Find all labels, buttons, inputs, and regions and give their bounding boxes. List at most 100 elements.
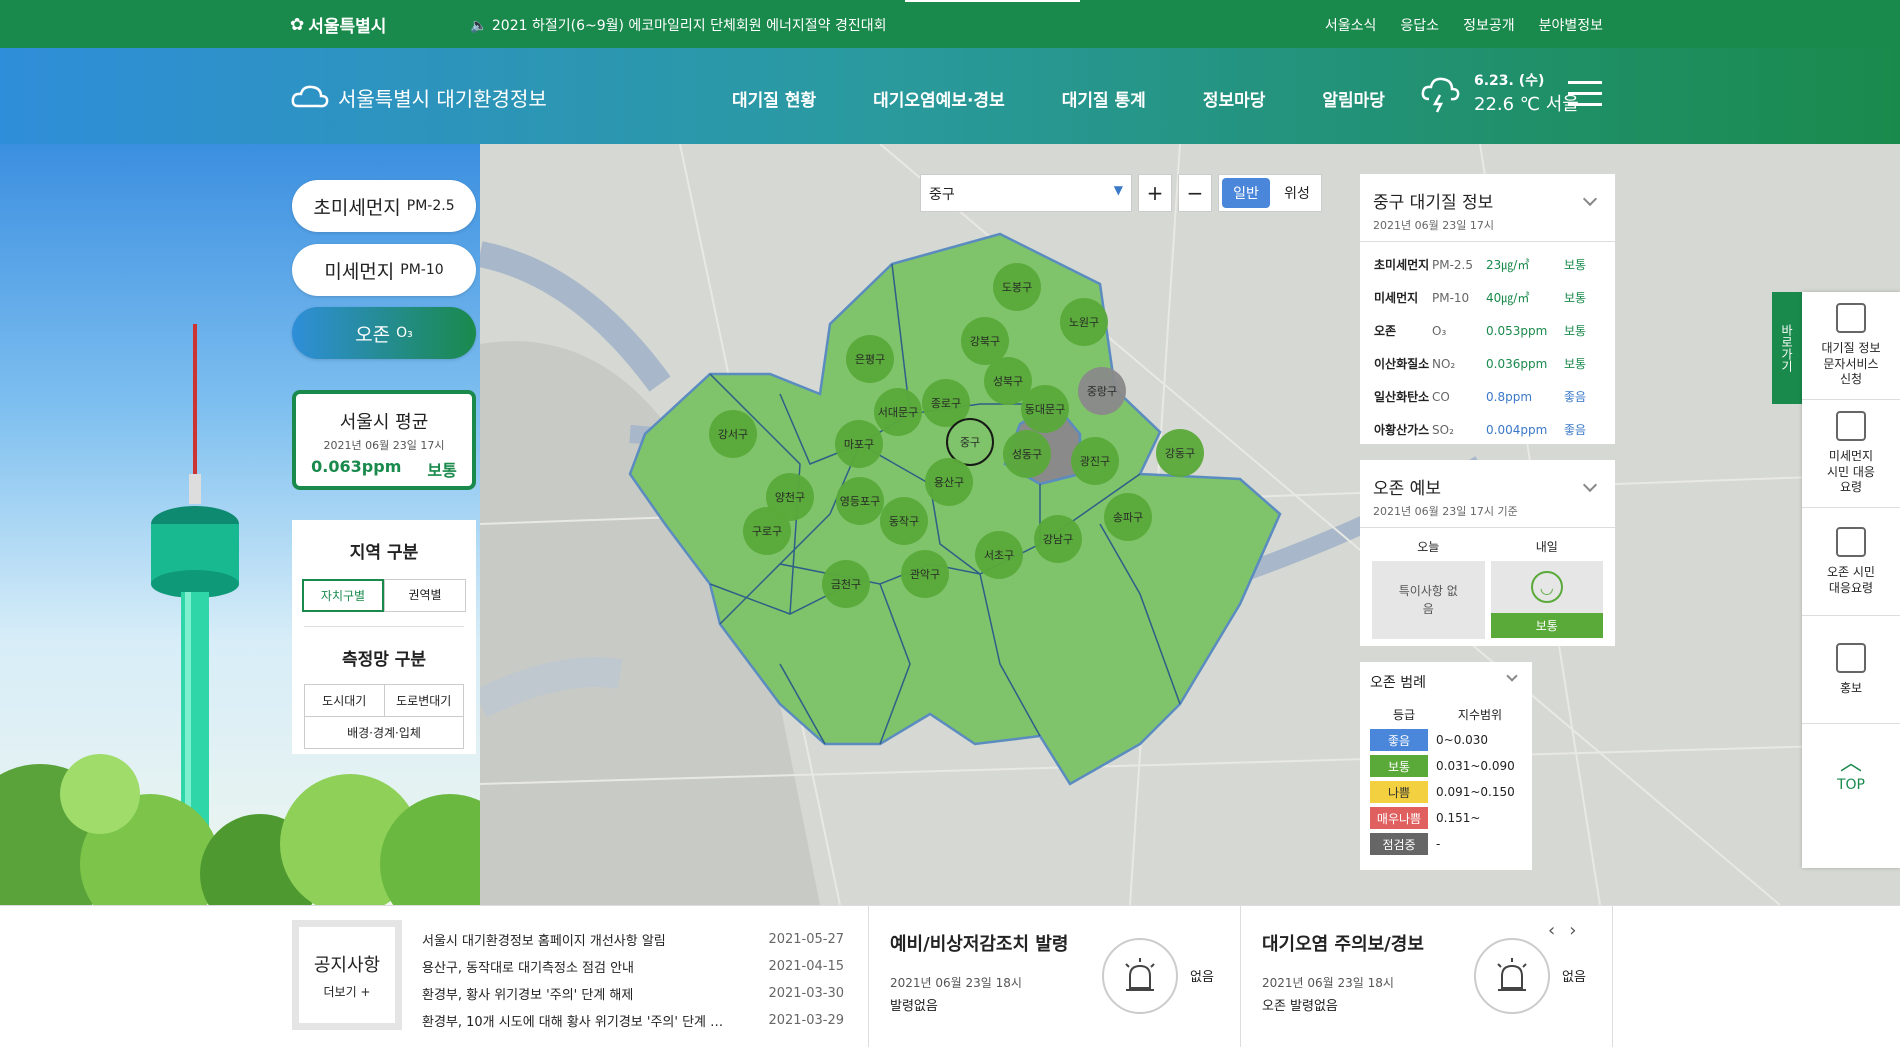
district-marker[interactable]: 은평구 (846, 335, 894, 383)
roadside-air-button[interactable]: 도로변대기 (385, 685, 464, 716)
district-marker[interactable]: 동대문구 (1021, 385, 1069, 433)
notice-date: 2021-03-29 (768, 1013, 844, 1028)
link-field-info[interactable]: 분야별정보 (1539, 15, 1603, 35)
bottom-bar: 공지사항 더보기 + 서울시 대기환경정보 홈페이지 개선사항 알림 2021-0… (0, 905, 1900, 1047)
district-select[interactable]: 중구 ▼ (920, 174, 1132, 212)
legend-row: 나쁨 0.091~0.150 (1370, 781, 1522, 803)
legend-row: 점검중 - (1370, 833, 1522, 855)
menu-air-status[interactable]: 대기질 현황 (732, 86, 816, 111)
notice-date: 2021-05-27 (768, 932, 844, 947)
legend-range: 0~0.030 (1436, 733, 1489, 747)
chevron-down-icon[interactable] (1506, 670, 1518, 682)
pollutant-row: 일산화탄소 CO 0.8ppm 좋음 (1360, 380, 1615, 413)
district-marker[interactable]: 성동구 (1003, 430, 1051, 478)
notice-item[interactable]: 서울시 대기환경정보 홈페이지 개선사항 알림 2021-05-27 (422, 926, 844, 953)
pollutant-code: PM-10 (1432, 290, 1470, 305)
district-marker[interactable]: 금천구 (822, 560, 870, 608)
district-marker[interactable]: 강남구 (1034, 515, 1082, 563)
seoul-map[interactable]: 도봉구 노원구 강북구 은평구 성북구 중랑구 종로구 서대문구 동대문구 강서구 마포구 중구 성동구… (473, 144, 1900, 905)
tab-pm10[interactable]: 미세먼지 PM-10 (292, 244, 476, 296)
background-air-button[interactable]: 배경·경계·입체 (305, 717, 463, 748)
district-marker[interactable]: 광진구 (1071, 437, 1119, 485)
district-marker[interactable]: 도봉구 (993, 263, 1041, 311)
cloud-logo-icon (291, 85, 329, 108)
menu-notice[interactable]: 알림마당 (1322, 86, 1385, 111)
urban-air-button[interactable]: 도시대기 (305, 685, 385, 716)
notice-item[interactable]: 용산구, 동작대로 대기측정소 점검 안내 2021-04-15 (422, 953, 844, 980)
link-eungdapso[interactable]: 응답소 (1400, 15, 1439, 35)
notice-box[interactable]: 공지사항 더보기 + (292, 920, 402, 1030)
pollution-warning-alert[interactable]: 대기오염 주의보/경보 2021년 06월 23일 18시 오존 발령없음 없음 (1262, 930, 1602, 1030)
chevron-left-icon[interactable]: ‹ (1548, 920, 1555, 941)
right-sidebar: 대기질 정보 문자서비스 신청 미세먼지 시민 대응요령 오존 시민 대응요령 … (1802, 292, 1900, 868)
notice-title: 환경부, 황사 위기경보 '주의' 단계 해제 (422, 988, 634, 1003)
pollutant-name: 일산화탄소 (1374, 390, 1430, 404)
mode-normal-button[interactable]: 일반 (1222, 178, 1270, 208)
menu-statistics[interactable]: 대기질 통계 (1062, 86, 1146, 111)
reduction-measure-alert[interactable]: 예비/비상저감조치 발령 2021년 06월 23일 18시 발령없음 없음 (890, 930, 1230, 1030)
more-link[interactable]: 더보기 + (324, 983, 371, 1000)
network-title: 측정망 구분 (341, 650, 427, 670)
alert-pager: ‹ › (1548, 920, 1576, 941)
zoom-out-button[interactable]: − (1178, 174, 1212, 212)
map-canvas[interactable] (473, 144, 1900, 905)
district-marker[interactable]: 영등포구 (836, 477, 884, 525)
sms-service-link[interactable]: 대기질 정보 문자서비스 신청 (1802, 292, 1900, 400)
pollutant-status: 좋음 (1564, 390, 1587, 404)
quick-link-tab[interactable]: 바로가기 (1772, 292, 1802, 404)
chevron-right-icon[interactable]: › (1569, 920, 1576, 941)
pollutant-row: 초미세먼지 PM-2.5 23㎍/㎥ 보통 (1360, 248, 1615, 281)
district-marker[interactable]: 관악구 (901, 550, 949, 598)
tab-pm25[interactable]: 초미세먼지 PM-2.5 (292, 180, 476, 232)
forecast-title: 오존 예보 (1373, 479, 1441, 499)
notice-ticker[interactable]: 🔈 2021 하절기(6~9월) 에코마일리지 단체회원 에너지절약 경진대회 (470, 15, 886, 35)
district-marker[interactable]: 서초구 (975, 531, 1023, 579)
cloud-lightning-icon (1421, 77, 1460, 113)
siren-icon (1102, 938, 1178, 1014)
mode-satellite-button[interactable]: 위성 (1273, 175, 1321, 211)
district-marker[interactable]: 서대문구 (874, 388, 922, 436)
district-marker[interactable]: 중랑구 (1078, 367, 1126, 415)
tab-ozone[interactable]: 오존 O₃ (292, 307, 476, 359)
map-mode-toggle: 일반 위성 (1218, 174, 1322, 212)
district-marker[interactable]: 구로구 (743, 507, 791, 555)
notice-date: 2021-03-30 (768, 986, 844, 1001)
weather-date: 6.23. (수) (1474, 73, 1545, 89)
region-title: 지역 구분 (349, 543, 419, 563)
pollutant-value: 0.8ppm (1486, 389, 1533, 404)
district-marker[interactable]: 노원구 (1060, 298, 1108, 346)
seoul-logo[interactable]: ✿ 서울특별시 (290, 12, 386, 38)
district-marker[interactable]: 용산구 (925, 458, 973, 506)
seoul-average-card: 서울시 평균 2021년 06월 23일 17시 0.063ppm 보통 (292, 390, 476, 490)
link-info-disclosure[interactable]: 정보공개 (1463, 15, 1515, 35)
divider (868, 906, 869, 1047)
scroll-top-button[interactable]: ︿ TOP (1802, 724, 1900, 814)
notice-item[interactable]: 환경부, 황사 위기경보 '주의' 단계 해제 2021-03-30 (422, 980, 844, 1007)
promo-link[interactable]: 홍보 (1802, 616, 1900, 724)
pollutant-row: 아황산가스 SO₂ 0.004ppm 좋음 (1360, 413, 1615, 446)
link-seoul-news[interactable]: 서울소식 (1325, 15, 1377, 35)
menu-info[interactable]: 정보마당 (1203, 86, 1266, 111)
district-marker[interactable]: 송파구 (1104, 493, 1152, 541)
legend-row: 매우나쁨 0.151~ (1370, 807, 1522, 829)
main-nav: 서울특별시 대기환경정보 대기질 현황 대기오염예보·경보 대기질 통계 정보마… (0, 48, 1900, 144)
zoom-in-button[interactable]: + (1138, 174, 1172, 212)
hamburger-menu-icon[interactable] (1568, 81, 1602, 107)
forecast-date: 2021년 06월 23일 17시 기준 (1373, 505, 1518, 518)
pm-guide-link[interactable]: 미세먼지 시민 대응요령 (1802, 400, 1900, 508)
district-marker[interactable]: 강서구 (709, 410, 757, 458)
district-marker[interactable]: 강동구 (1156, 429, 1204, 477)
notice-item[interactable]: 환경부, 10개 시도에 대해 황사 위기경보 '주의' 단계 … 2021-03… (422, 1007, 844, 1034)
ozone-guide-link[interactable]: 오존 시민 대응요령 (1802, 508, 1900, 616)
pollutant-status: 보통 (1564, 258, 1587, 272)
pollutant-status: 보통 (1564, 324, 1587, 338)
by-district-button[interactable]: 자치구별 (302, 579, 384, 612)
menu-forecast[interactable]: 대기오염예보·경보 (873, 86, 1005, 111)
divider (1240, 906, 1241, 1047)
district-marker[interactable]: 마포구 (835, 420, 883, 468)
notice-title: 서울시 대기환경정보 홈페이지 개선사항 알림 (422, 934, 666, 949)
tomorrow-box: ◡ (1490, 561, 1603, 613)
district-marker[interactable]: 동작구 (880, 497, 928, 545)
by-zone-button[interactable]: 권역별 (384, 579, 466, 612)
site-title[interactable]: 서울특별시 대기환경정보 (290, 82, 547, 112)
